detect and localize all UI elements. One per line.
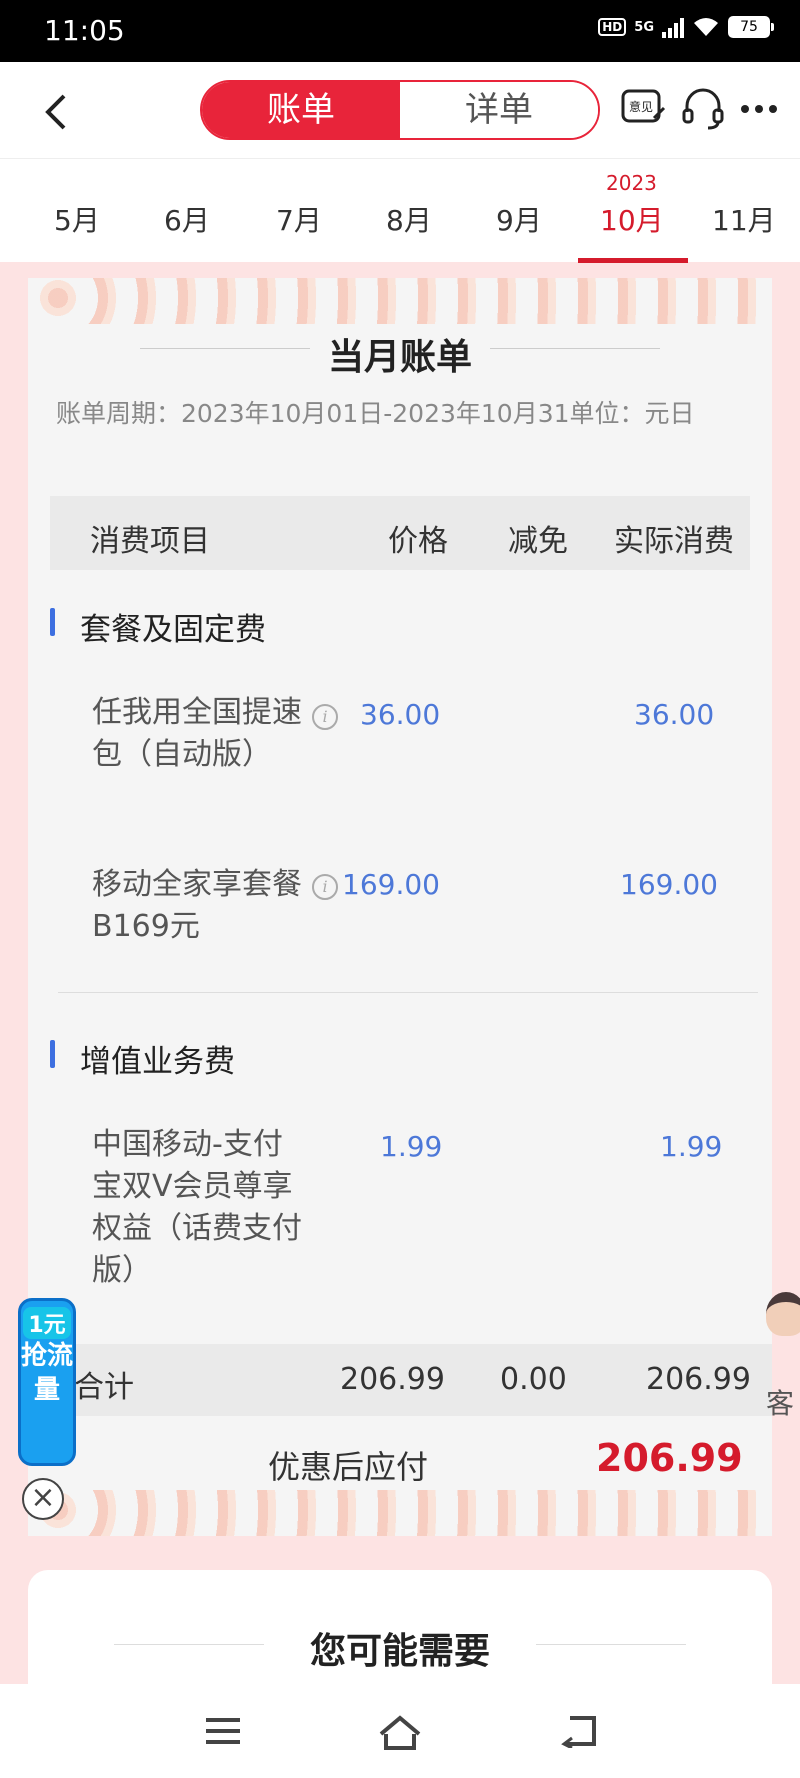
cloud-border-bottom: [28, 1490, 772, 1536]
section-bar: [50, 1040, 55, 1068]
service-avatar-icon: [766, 1292, 800, 1336]
month-tab[interactable]: 7月: [276, 199, 322, 239]
col-actual: 实际消费: [614, 524, 734, 559]
wifi-icon: [694, 18, 718, 36]
hd-icon: HD: [598, 18, 627, 36]
promo-float-button[interactable]: 1元 抢流量: [8, 1298, 78, 1468]
item-name: 任我用全国提速包（自动版）: [92, 695, 302, 772]
tab-bill[interactable]: 账单: [202, 82, 400, 138]
item-price: 36.00: [360, 698, 441, 731]
status-icons: HD 5G 75: [598, 16, 774, 38]
item-price: 1.99: [380, 1130, 443, 1163]
info-icon[interactable]: i: [312, 874, 338, 900]
total-price: 206.99: [340, 1362, 445, 1397]
recommend-card: 您可能需要: [28, 1570, 772, 1690]
section-divider: [58, 992, 758, 993]
total-actual: 206.99: [646, 1362, 751, 1397]
section-package: 套餐及固定费: [50, 604, 266, 649]
payable-amount: 206.99: [596, 1436, 743, 1480]
back-nav-icon[interactable]: [560, 1714, 598, 1748]
menu-icon[interactable]: [204, 1714, 242, 1748]
month-tab[interactable]: 5月: [54, 199, 100, 239]
item-actual: 1.99: [660, 1130, 723, 1163]
system-nav-bar: [0, 1684, 800, 1778]
bill-tab-switch: 账单 详单: [200, 80, 600, 140]
back-icon[interactable]: [42, 92, 72, 132]
item-price: 169.00: [342, 868, 440, 901]
feedback-icon[interactable]: 意见: [620, 86, 666, 132]
title-divider-right: [490, 348, 660, 349]
month-tab[interactable]: 8月: [386, 199, 432, 239]
headset-icon[interactable]: [680, 86, 726, 132]
payable-label: 优惠后应付: [268, 1448, 429, 1486]
service-label: 客: [766, 1387, 795, 1420]
total-row: 合计 206.99 0.00 206.99: [50, 1344, 772, 1416]
section-value-added: 增值业务费: [50, 1036, 235, 1081]
home-icon[interactable]: [378, 1714, 422, 1752]
recommend-title: 您可能需要: [309, 1631, 490, 1672]
section-title: 套餐及固定费: [80, 612, 266, 648]
app-header: 账单 详单 意见: [0, 62, 800, 158]
total-discount: 0.00: [500, 1362, 567, 1397]
customer-service-float[interactable]: 客: [760, 1292, 800, 1422]
bill-title: 当月账单: [327, 337, 472, 378]
item-actual: 169.00: [620, 868, 718, 901]
month-tab[interactable]: 9月: [496, 199, 542, 239]
close-promo-icon[interactable]: ×: [22, 1478, 64, 1520]
promo-text: 抢流量: [21, 1341, 74, 1405]
status-time: 11:05: [44, 14, 125, 47]
feedback-label: 意见: [629, 99, 653, 114]
item-actual: 36.00: [634, 698, 715, 731]
signal-icon: [662, 16, 684, 38]
more-icon[interactable]: [736, 86, 782, 132]
col-discount: 减免: [508, 524, 568, 559]
bill-period: 账单周期：2023年10月01日-2023年10月31单位：元日: [56, 399, 695, 428]
col-price: 价格: [388, 524, 448, 559]
item-name: 移动全家享套餐B169元: [92, 867, 302, 944]
section-title: 增值业务费: [80, 1044, 235, 1080]
bill-card: 当月账单 账单周期：2023年10月01日-2023年10月31单位：元日 消费…: [28, 278, 772, 1536]
month-tab[interactable]: 11月: [712, 199, 776, 239]
cloud-border-top: [28, 278, 772, 324]
info-icon[interactable]: i: [312, 704, 338, 730]
table-header: 消费项目 价格 减免 实际消费: [50, 496, 750, 570]
item-name: 中国移动-支付宝双V会员尊享权益（话费支付版）: [92, 1127, 302, 1288]
section-bar: [50, 608, 55, 636]
tab-details[interactable]: 详单: [400, 82, 598, 138]
promo-badge: 1元: [23, 1307, 71, 1339]
col-item: 消费项目: [90, 524, 210, 559]
network-type: 5G: [634, 19, 654, 35]
year-label: 2023: [606, 171, 657, 195]
promo-body: 1元 抢流量: [18, 1298, 76, 1466]
recommend-divider-right: [536, 1644, 686, 1645]
month-tab[interactable]: 6月: [164, 199, 210, 239]
month-tab-active[interactable]: 10月: [600, 199, 664, 239]
month-selector: 2023 5月 6月 7月 8月 9月 10月 11月: [0, 158, 800, 263]
battery-icon: 75: [728, 16, 774, 38]
total-label: 合计: [74, 1370, 134, 1405]
status-bar: 11:05 HD 5G 75: [0, 0, 800, 62]
active-month-indicator: [578, 258, 688, 263]
